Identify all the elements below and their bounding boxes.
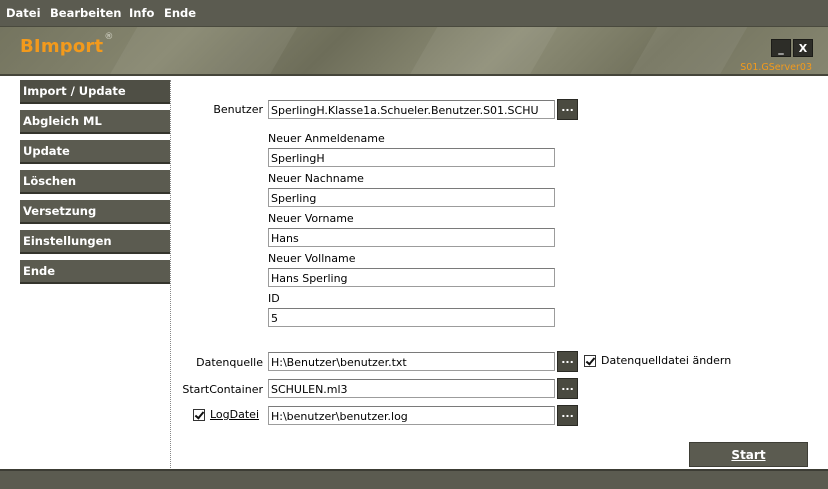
app-title: BImport®	[20, 32, 114, 57]
startcontainer-field[interactable]	[268, 379, 555, 398]
menu-bearbeiten[interactable]: Bearbeiten	[50, 6, 121, 20]
app-title-text: BImport	[20, 36, 104, 57]
app-header: BImport® _ X S01.GServer03	[0, 26, 828, 76]
logdatei-label: LogDatei	[210, 408, 259, 421]
sidebar-divider	[170, 80, 171, 470]
datenquelle-field[interactable]	[268, 352, 555, 371]
close-button[interactable]: X	[793, 39, 813, 57]
status-bar	[0, 469, 828, 489]
vorname-field[interactable]	[268, 228, 555, 247]
vollname-field[interactable]	[268, 268, 555, 287]
nav-item-ende[interactable]: Ende	[20, 260, 170, 284]
nav-item-einstellungen[interactable]: Einstellungen	[20, 230, 170, 254]
nav-item-loeschen[interactable]: Löschen	[20, 170, 170, 194]
datenquelle-label: Datenquelle	[196, 356, 263, 369]
nav-item-import-update[interactable]: Import / Update	[20, 80, 170, 104]
logdatei-field[interactable]	[268, 406, 555, 425]
menu-ende[interactable]: Ende	[164, 6, 196, 20]
benutzer-browse-button[interactable]: ...	[557, 99, 578, 120]
registered-mark: ®	[104, 32, 114, 42]
benutzer-label: Benutzer	[213, 103, 263, 116]
nav-item-versetzung[interactable]: Versetzung	[20, 200, 170, 224]
nav-item-update[interactable]: Update	[20, 140, 170, 164]
logdatei-checkbox[interactable]	[193, 409, 205, 421]
header-decoration	[96, 27, 304, 74]
datenquelle-change-checkbox[interactable]	[584, 355, 596, 367]
server-label: S01.GServer03	[740, 62, 812, 73]
datenquelle-browse-button[interactable]: ...	[557, 351, 578, 372]
startcontainer-browse-button[interactable]: ...	[557, 378, 578, 399]
menu-info[interactable]: Info	[129, 6, 154, 20]
anmeldename-field[interactable]	[268, 148, 555, 167]
minimize-button[interactable]: _	[771, 39, 791, 57]
header-decoration	[396, 27, 564, 74]
nachname-label: Neuer Nachname	[268, 172, 364, 185]
benutzer-field[interactable]	[268, 100, 555, 119]
nav-item-abgleich-ml[interactable]: Abgleich ML	[20, 110, 170, 134]
id-field[interactable]	[268, 308, 555, 327]
vorname-label: Neuer Vorname	[268, 212, 354, 225]
menu-bar: Datei Bearbeiten Info Ende	[0, 0, 828, 26]
datenquelle-change-label: Datenquelldatei ändern	[601, 354, 732, 367]
start-button[interactable]: Start	[689, 442, 808, 467]
nachname-field[interactable]	[268, 188, 555, 207]
logdatei-browse-button[interactable]: ...	[557, 405, 578, 426]
menu-datei[interactable]: Datei	[6, 6, 41, 20]
anmeldename-label: Neuer Anmeldename	[268, 132, 385, 145]
startcontainer-label: StartContainer	[182, 383, 263, 396]
vollname-label: Neuer Vollname	[268, 252, 356, 265]
header-decoration	[616, 27, 754, 74]
id-label: ID	[268, 292, 280, 305]
